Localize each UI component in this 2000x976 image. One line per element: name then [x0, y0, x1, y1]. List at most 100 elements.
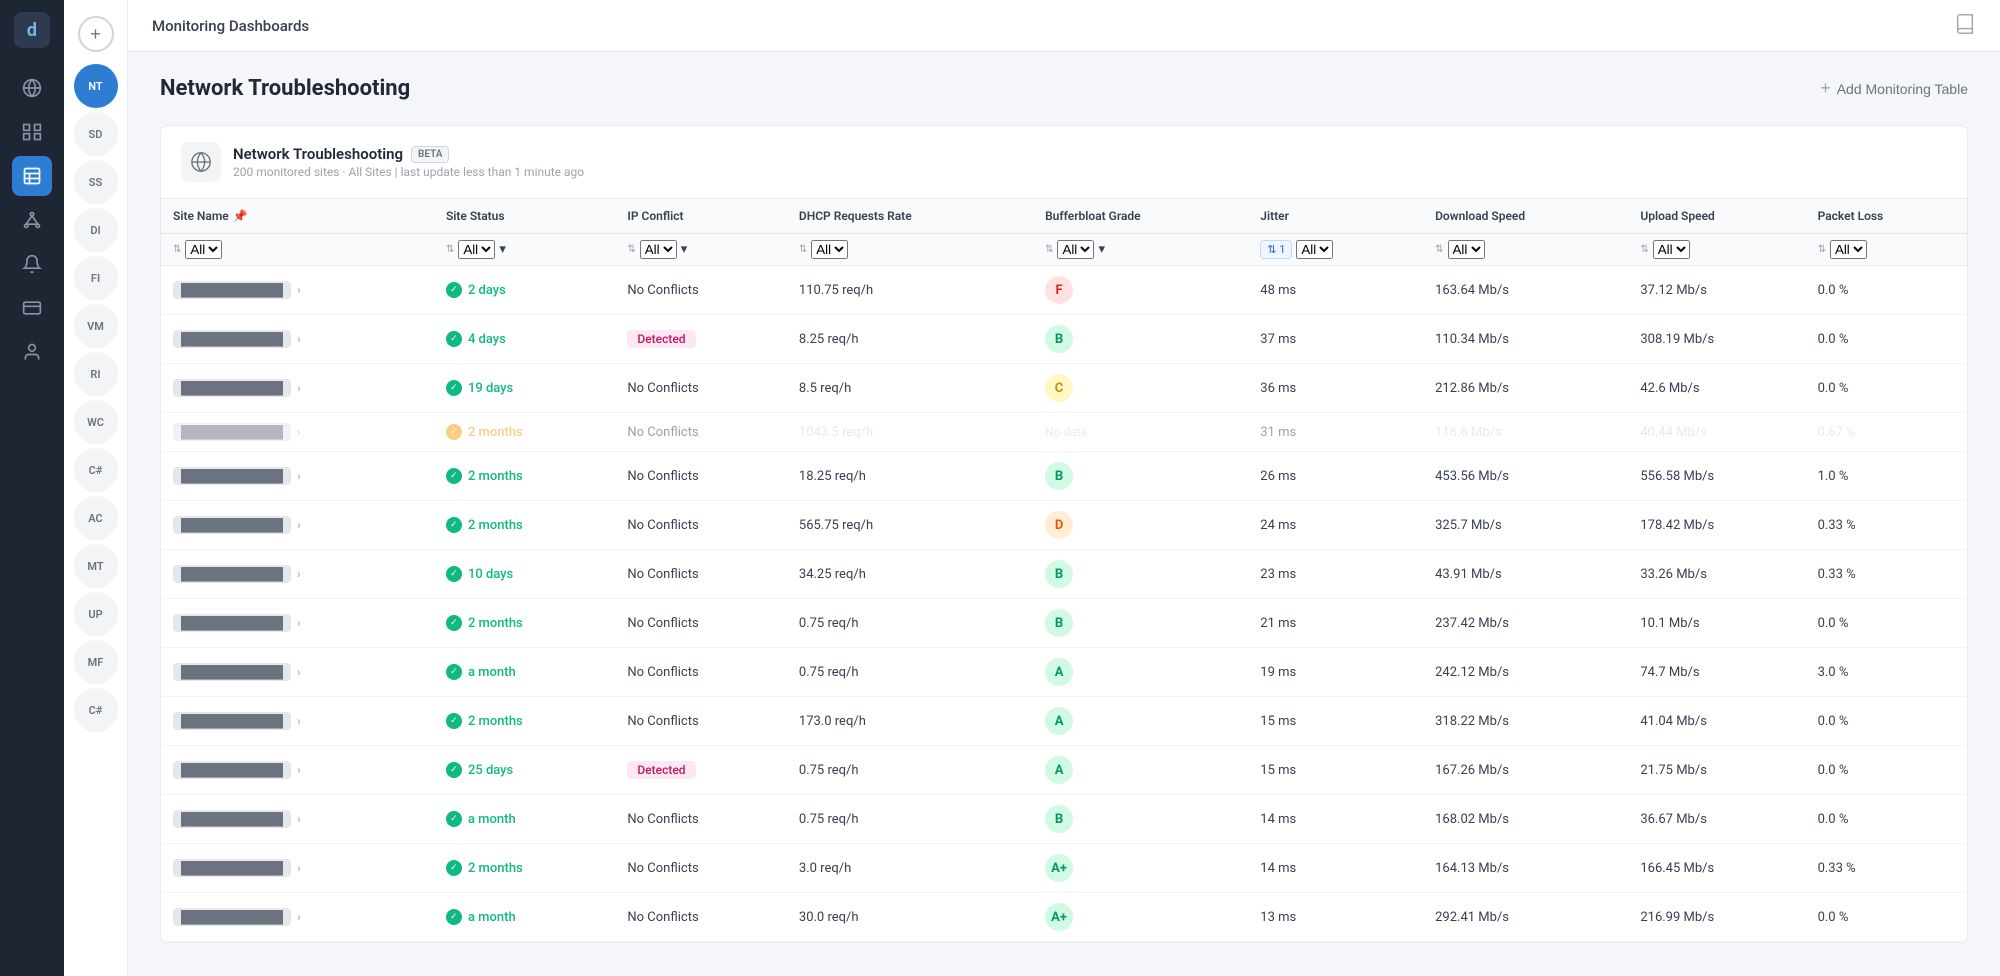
filter-upload-select[interactable]: All: [1653, 240, 1690, 259]
row-expand-icon[interactable]: ›: [297, 812, 301, 826]
row-expand-icon[interactable]: ›: [297, 425, 301, 439]
sidebar-item-SS[interactable]: SS: [74, 160, 118, 204]
cell-upload-speed: 556.58 Mb/s: [1628, 452, 1805, 501]
cell-download-speed: 110.34 Mb/s: [1423, 315, 1628, 364]
row-expand-icon[interactable]: ›: [297, 714, 301, 728]
table-row[interactable]: ████████████ › ✓ 25 days Detected0.75 re…: [161, 746, 1967, 795]
sidebar-item-NT[interactable]: NT: [74, 64, 118, 108]
sort-icon-7[interactable]: ⇅: [1435, 244, 1443, 255]
cell-site-name: ████████████ ›: [161, 893, 434, 942]
table-row[interactable]: ████████████ › ✓ 2 months No Conflicts56…: [161, 501, 1967, 550]
cell-dhcp-rate: 0.75 req/h: [787, 599, 1033, 648]
table-row[interactable]: ████████████ › ✓ 19 days No Conflicts8.5…: [161, 364, 1967, 413]
nav-bell[interactable]: [12, 244, 52, 284]
filter-ip-conflict: ⇅ All ▾: [615, 234, 787, 266]
add-table-button[interactable]: + Add Monitoring Table: [1820, 78, 1968, 99]
sort-icon-3[interactable]: ⇅: [627, 244, 635, 255]
bufferbloat-nodata: No data: [1045, 425, 1087, 439]
cell-jitter: 26 ms: [1248, 452, 1423, 501]
row-expand-icon[interactable]: ›: [297, 861, 301, 875]
cell-ip-conflict: No Conflicts: [615, 413, 787, 452]
sidebar-item-RI[interactable]: RI: [74, 352, 118, 396]
table-row[interactable]: ████████████ › ✓ a month No Conflicts30.…: [161, 893, 1967, 942]
row-expand-icon[interactable]: ›: [297, 567, 301, 581]
table-row[interactable]: ████████████ › ✓ 2 days No Conflicts110.…: [161, 266, 1967, 315]
nav-globe[interactable]: [12, 68, 52, 108]
cell-site-name: ████████████ ›: [161, 648, 434, 697]
row-expand-icon[interactable]: ›: [297, 763, 301, 777]
sidebar-item-UP[interactable]: UP: [74, 592, 118, 636]
nav-network[interactable]: [12, 200, 52, 240]
sidebar-item-MT[interactable]: MT: [74, 544, 118, 588]
cell-download-speed: 116.6 Mb/s: [1423, 413, 1628, 452]
table-row[interactable]: ████████████ › ✓ 4 days Detected8.25 req…: [161, 315, 1967, 364]
row-expand-icon[interactable]: ›: [297, 518, 301, 532]
chevron-down-icon-3[interactable]: ▾: [1098, 242, 1105, 257]
row-expand-icon[interactable]: ›: [297, 381, 301, 395]
row-expand-icon[interactable]: ›: [297, 469, 301, 483]
sort-icon-5[interactable]: ⇅: [1045, 244, 1053, 255]
row-expand-icon[interactable]: ›: [297, 616, 301, 630]
book-icon[interactable]: [1954, 13, 1976, 39]
uptime-value: a month: [468, 665, 516, 680]
filter-download-select[interactable]: All: [1448, 240, 1485, 259]
cell-dhcp-rate: 18.25 req/h: [787, 452, 1033, 501]
sort-icon-2[interactable]: ⇅: [446, 244, 454, 255]
table-row[interactable]: ████████████ › ✓ 2 months No Conflicts0.…: [161, 599, 1967, 648]
sort-icon-9[interactable]: ⇅: [1818, 244, 1826, 255]
filter-site-name-select[interactable]: All: [185, 240, 222, 259]
row-expand-icon[interactable]: ›: [297, 910, 301, 924]
filter-bufferbloat-select[interactable]: All: [1057, 240, 1094, 259]
nav-tickets[interactable]: [12, 288, 52, 328]
row-expand-icon[interactable]: ›: [297, 665, 301, 679]
nav-table[interactable]: [12, 156, 52, 196]
filter-jitter-select[interactable]: All: [1296, 240, 1333, 259]
sidebar-item-WC[interactable]: WC: [74, 400, 118, 444]
table-row[interactable]: ████████████ › ✓ a month No Conflicts0.7…: [161, 648, 1967, 697]
table-row[interactable]: ████████████ › ✓ 2 months No Conflicts17…: [161, 697, 1967, 746]
filter-site-status-select[interactable]: All: [458, 240, 495, 259]
filter-ip-conflict-select[interactable]: All: [640, 240, 677, 259]
table-row[interactable]: ████████████ › ✓ 2 months No Conflicts10…: [161, 413, 1967, 452]
sidebar-item-DI[interactable]: DI: [74, 208, 118, 252]
table-row[interactable]: ████████████ › ✓ a month No Conflicts0.7…: [161, 795, 1967, 844]
cell-upload-speed: 36.67 Mb/s: [1628, 795, 1805, 844]
sidebar-item-MF[interactable]: MF: [74, 640, 118, 684]
cell-jitter: 37 ms: [1248, 315, 1423, 364]
app-logo[interactable]: d: [14, 12, 50, 48]
sidebar-item-SD[interactable]: SD: [74, 112, 118, 156]
chevron-down-icon[interactable]: ▾: [499, 242, 506, 257]
sidebar-item-AC[interactable]: AC: [74, 496, 118, 540]
cell-site-name: ████████████ ›: [161, 795, 434, 844]
sort-icon[interactable]: ⇅: [173, 244, 181, 255]
sidebar-item-VM[interactable]: VM: [74, 304, 118, 348]
monitoring-card: Network Troubleshooting BETA 200 monitor…: [160, 125, 1968, 943]
sidebar-item-FI[interactable]: FI: [74, 256, 118, 300]
cell-upload-speed: 37.12 Mb/s: [1628, 266, 1805, 315]
cell-jitter: 19 ms: [1248, 648, 1423, 697]
nav-person[interactable]: [12, 332, 52, 372]
sort-icon-8[interactable]: ⇅: [1640, 244, 1648, 255]
cell-packet-loss: 0.33 %: [1806, 550, 1967, 599]
page-title: Network Troubleshooting: [160, 76, 410, 101]
filter-packet-loss-select[interactable]: All: [1830, 240, 1867, 259]
status-dot: ✓: [446, 331, 462, 347]
table-row[interactable]: ████████████ › ✓ 2 months No Conflicts3.…: [161, 844, 1967, 893]
sidebar-add-button[interactable]: +: [78, 16, 114, 52]
filter-dhcp-select[interactable]: All: [811, 240, 848, 259]
cell-bufferbloat: A: [1033, 648, 1248, 697]
cell-jitter: 48 ms: [1248, 266, 1423, 315]
uptime-value: a month: [468, 812, 516, 827]
nav-boxes[interactable]: [12, 112, 52, 152]
row-expand-icon[interactable]: ›: [297, 332, 301, 346]
table-row[interactable]: ████████████ › ✓ 10 days No Conflicts34.…: [161, 550, 1967, 599]
chevron-down-icon-2[interactable]: ▾: [681, 242, 688, 257]
row-expand-icon[interactable]: ›: [297, 283, 301, 297]
sidebar-item-C2[interactable]: C#: [74, 688, 118, 732]
sidebar-item-C1[interactable]: C#: [74, 448, 118, 492]
filter-active-tag[interactable]: ⇅ 1: [1260, 240, 1292, 259]
sort-pin-icon[interactable]: 📌: [233, 209, 248, 223]
table-row[interactable]: ████████████ › ✓ 2 months No Conflicts18…: [161, 452, 1967, 501]
cell-bufferbloat: A+: [1033, 844, 1248, 893]
sort-icon-4[interactable]: ⇅: [799, 244, 807, 255]
